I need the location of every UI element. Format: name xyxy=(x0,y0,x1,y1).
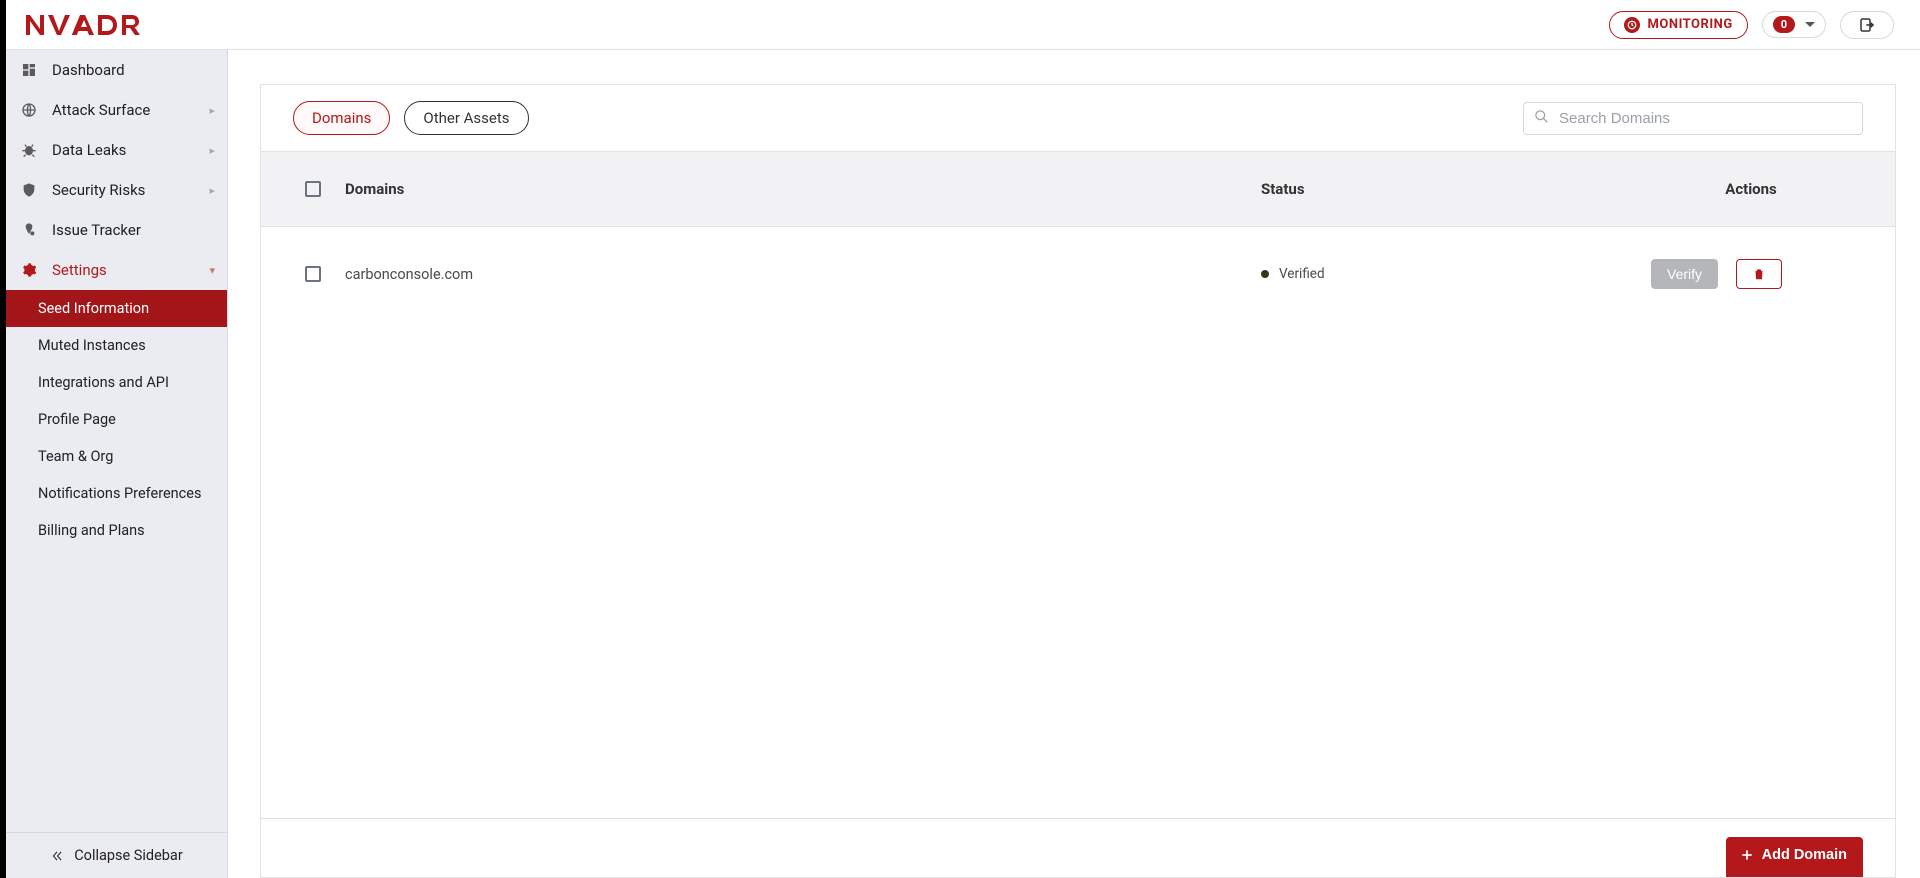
add-domain-button[interactable]: Add Domain xyxy=(1726,837,1863,877)
logout-icon xyxy=(1858,16,1876,34)
sidebar-sub-profile-page[interactable]: Profile Page xyxy=(6,401,227,438)
status-cell: Verified xyxy=(1261,266,1651,282)
gear-icon xyxy=(20,262,38,278)
monitoring-label: MONITORING xyxy=(1648,17,1733,32)
sidebar-item-label: Data Leaks xyxy=(52,141,126,159)
sidebar-item-label: Security Risks xyxy=(52,181,145,199)
sidebar-sub-label: Seed Information xyxy=(38,300,149,317)
main-area: Domains Other Assets Domains Status Acti… xyxy=(228,50,1920,878)
card-header: Domains Other Assets xyxy=(261,85,1895,151)
row-checkbox[interactable] xyxy=(305,266,321,282)
sidebar-sub-label: Team & Org xyxy=(38,448,113,465)
search-icon xyxy=(1534,109,1549,128)
sidebar-item-issue-tracker[interactable]: Issue Tracker xyxy=(6,210,227,250)
column-header-actions: Actions xyxy=(1651,180,1851,198)
search-input[interactable] xyxy=(1557,109,1852,128)
sidebar-item-label: Dashboard xyxy=(52,61,125,79)
status-text: Verified xyxy=(1279,266,1325,282)
collapse-sidebar-button[interactable]: Collapse Sidebar xyxy=(6,832,227,878)
dashboard-icon xyxy=(20,62,38,78)
seed-info-card: Domains Other Assets Domains Status Acti… xyxy=(260,84,1896,878)
tab-label: Domains xyxy=(312,109,371,127)
sidebar-sub-label: Notifications Preferences xyxy=(38,485,201,502)
topbar: MONITORING 0 xyxy=(6,0,1920,50)
asset-tabs: Domains Other Assets xyxy=(293,101,529,135)
row-actions: Verify xyxy=(1651,259,1851,289)
brand-logo[interactable] xyxy=(26,14,156,36)
card-footer: Add Domain xyxy=(261,818,1895,877)
tab-label: Other Assets xyxy=(423,109,509,127)
sidebar-scroll: Dashboard Attack Surface ▸ Data Leaks ▸ … xyxy=(6,50,227,832)
sidebar-item-label: Settings xyxy=(52,261,107,279)
domains-table-header: Domains Status Actions xyxy=(261,151,1895,227)
table-row: carbonconsole.com Verified Verify xyxy=(261,227,1895,321)
shield-icon xyxy=(20,182,38,198)
chevron-down-icon: ▾ xyxy=(209,264,215,277)
verify-button-label: Verify xyxy=(1667,266,1702,282)
bug-icon xyxy=(20,142,38,158)
verify-button[interactable]: Verify xyxy=(1651,259,1718,289)
tab-other-assets[interactable]: Other Assets xyxy=(404,101,528,135)
chevron-down-icon xyxy=(1805,22,1815,27)
sidebar-sub-billing-plans[interactable]: Billing and Plans xyxy=(6,512,227,549)
clock-icon xyxy=(1624,17,1640,33)
sidebar-sub-team-org[interactable]: Team & Org xyxy=(6,438,227,475)
sidebar-item-dashboard[interactable]: Dashboard xyxy=(6,50,227,90)
domain-name-cell: carbonconsole.com xyxy=(345,266,1261,283)
column-header-domain: Domains xyxy=(345,180,1261,198)
sidebar-sub-integrations-api[interactable]: Integrations and API xyxy=(6,364,227,401)
sidebar-sub-label: Muted Instances xyxy=(38,337,146,354)
sidebar-item-label: Attack Surface xyxy=(52,101,150,119)
sidebar-sub-muted-instances[interactable]: Muted Instances xyxy=(6,327,227,364)
sidebar-sub-seed-information[interactable]: Seed Information xyxy=(6,290,227,327)
chevron-right-icon: ▸ xyxy=(209,184,215,197)
search-domains-box[interactable] xyxy=(1523,102,1863,135)
sidebar: Dashboard Attack Surface ▸ Data Leaks ▸ … xyxy=(6,50,228,878)
sidebar-sub-label: Profile Page xyxy=(38,411,116,428)
nvadr-logo-icon xyxy=(26,14,156,36)
monitoring-button[interactable]: MONITORING xyxy=(1609,11,1748,39)
double-chevron-left-icon xyxy=(50,849,64,863)
pin-icon xyxy=(20,222,38,238)
sidebar-item-label: Issue Tracker xyxy=(52,221,141,239)
column-header-status: Status xyxy=(1261,180,1651,198)
status-dot-icon xyxy=(1261,270,1269,278)
sidebar-item-security-risks[interactable]: Security Risks ▸ xyxy=(6,170,227,210)
sidebar-item-attack-surface[interactable]: Attack Surface ▸ xyxy=(6,90,227,130)
notifications-dropdown[interactable]: 0 xyxy=(1762,11,1826,38)
chevron-right-icon: ▸ xyxy=(209,104,215,117)
logout-button[interactable] xyxy=(1840,11,1894,39)
sidebar-sub-label: Integrations and API xyxy=(38,374,169,391)
add-domain-label: Add Domain xyxy=(1762,847,1847,863)
sidebar-item-settings[interactable]: Settings ▾ xyxy=(6,250,227,290)
sidebar-sub-notifications-preferences[interactable]: Notifications Preferences xyxy=(6,475,227,512)
notifications-count-badge: 0 xyxy=(1773,16,1795,33)
topbar-right-group: MONITORING 0 xyxy=(1609,11,1894,39)
globe-icon xyxy=(20,102,38,118)
trash-icon xyxy=(1752,267,1766,281)
tab-domains[interactable]: Domains xyxy=(293,101,390,135)
chevron-right-icon: ▸ xyxy=(209,144,215,157)
select-all-checkbox[interactable] xyxy=(305,181,321,197)
sidebar-sub-label: Billing and Plans xyxy=(38,522,145,539)
plus-icon xyxy=(1740,848,1754,862)
delete-domain-button[interactable] xyxy=(1736,259,1782,289)
sidebar-item-data-leaks[interactable]: Data Leaks ▸ xyxy=(6,130,227,170)
collapse-sidebar-label: Collapse Sidebar xyxy=(74,847,183,864)
